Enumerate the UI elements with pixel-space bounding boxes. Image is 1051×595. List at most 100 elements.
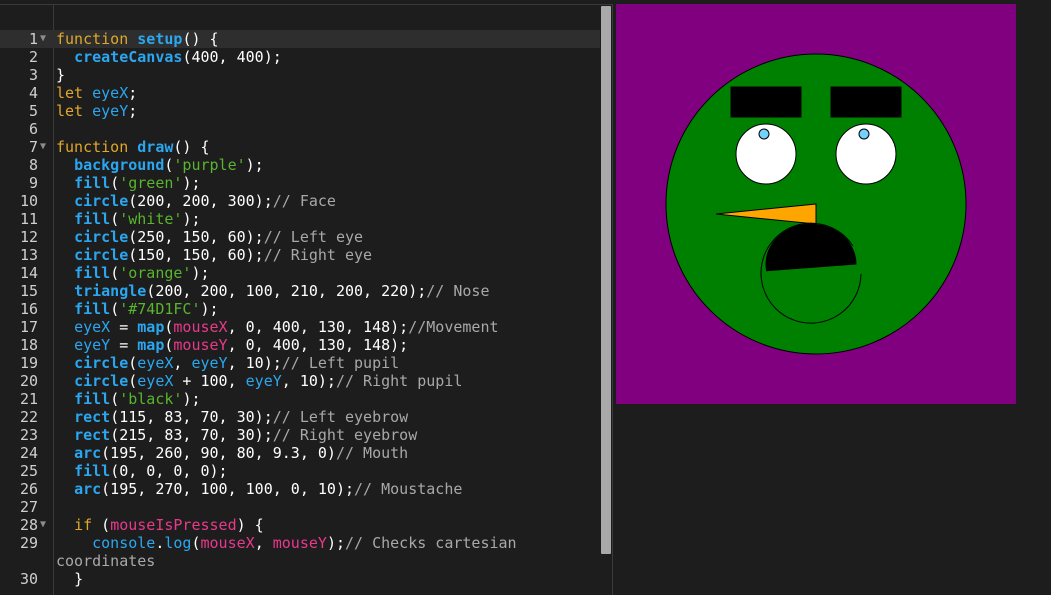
- code-line[interactable]: 10 circle(200, 200, 300);// Face: [0, 192, 600, 210]
- code-token: eyeY: [245, 372, 282, 390]
- scrollbar-thumb[interactable]: [601, 6, 611, 554]
- fold-arrow-icon[interactable]: ▼: [40, 138, 46, 156]
- code-line[interactable]: 23 rect(215, 83, 70, 30);// Right eyebro…: [0, 426, 600, 444]
- fold-arrow-icon[interactable]: ▼: [40, 516, 46, 534]
- line-number: 6: [28, 120, 38, 138]
- code-line[interactable]: 19 circle(eyeX, eyeY, 10);// Left pupil: [0, 354, 600, 372]
- code-line[interactable]: 3}: [0, 66, 600, 84]
- code-token: eyeX: [137, 354, 174, 372]
- code-token: (195, 260, 90, 80, 9.3, 0): [101, 444, 336, 462]
- code-token: () {: [173, 138, 210, 156]
- code-token: }: [56, 570, 84, 588]
- code-token: createCanvas: [74, 48, 183, 66]
- code-token: '#74D1FC': [119, 300, 201, 318]
- code-text: circle(eyeX + 100, eyeY, 10);// Right pu…: [56, 372, 596, 390]
- code-token: (250, 150, 60);: [128, 228, 264, 246]
- line-number: 14: [19, 264, 38, 282]
- code-token: background: [74, 156, 165, 174]
- code-token: }: [56, 66, 66, 84]
- code-line[interactable]: 22 rect(115, 83, 70, 30);// Left eyebrow: [0, 408, 600, 426]
- code-line[interactable]: 11 fill('white');: [0, 210, 600, 228]
- code-text: rect(215, 83, 70, 30);// Right eyebrow: [56, 426, 596, 444]
- code-line[interactable]: 1 ▼ function setup() {: [0, 30, 600, 48]
- code-line[interactable]: 8 background('purple');: [0, 156, 600, 174]
- code-token: , 0, 400, 130, 148);: [227, 318, 409, 336]
- code-token: (: [191, 534, 201, 552]
- code-token: (115, 83, 70, 30);: [110, 408, 273, 426]
- code-line[interactable]: 9 fill('green');: [0, 174, 600, 192]
- code-token: (400, 400);: [182, 48, 282, 66]
- code-line[interactable]: 4 let eyeX;: [0, 84, 600, 102]
- code-text: circle(150, 150, 60);// Right eye: [56, 246, 596, 264]
- code-line[interactable]: 14 fill('orange');: [0, 264, 600, 282]
- line-number: 30: [19, 570, 38, 588]
- code-token: // Right pupil: [335, 372, 463, 390]
- code-line[interactable]: 7 ▼ function draw() {: [0, 138, 600, 156]
- sketch-canvas[interactable]: [616, 4, 1016, 404]
- code-line[interactable]: 30 }: [0, 570, 600, 588]
- code-token: + 100,: [173, 372, 246, 390]
- code-token: () {: [182, 30, 219, 48]
- code-token: 'green': [119, 174, 183, 192]
- code-text: }: [56, 570, 596, 588]
- code-line[interactable]: 24 arc(195, 260, 90, 80, 9.3, 0)// Mouth: [0, 444, 600, 462]
- line-number: 2: [28, 48, 38, 66]
- fold-arrow-icon[interactable]: ▼: [40, 30, 46, 48]
- code-token: let: [56, 84, 93, 102]
- code-token: // Left pupil: [281, 354, 400, 372]
- code-line[interactable]: 6: [0, 120, 600, 138]
- code-token: // Moustache: [354, 480, 463, 498]
- code-line[interactable]: 13 circle(150, 150, 60);// Right eye: [0, 246, 600, 264]
- code-token: circle: [74, 246, 129, 264]
- code-line[interactable]: 2 createCanvas(400, 400);: [0, 48, 600, 66]
- code-token: );: [245, 156, 264, 174]
- line-number: 28: [19, 516, 38, 534]
- line-number: 19: [19, 354, 38, 372]
- code-token: eyeY: [92, 102, 129, 120]
- code-token: mouseY: [173, 336, 228, 354]
- code-line[interactable]: 5 let eyeY;: [0, 102, 600, 120]
- code-line[interactable]: 27: [0, 498, 600, 516]
- code-line[interactable]: 21 fill('black');: [0, 390, 600, 408]
- code-token: );: [182, 210, 201, 228]
- code-token: circle: [74, 228, 129, 246]
- code-token: , 10);: [227, 354, 282, 372]
- code-line[interactable]: 28 ▼ if (mouseIsPressed) {: [0, 516, 600, 534]
- line-number: 5: [28, 102, 38, 120]
- line-number: 13: [19, 246, 38, 264]
- code-token: (: [128, 372, 138, 390]
- line-number: 4: [28, 84, 38, 102]
- line-number: 15: [19, 282, 38, 300]
- code-line[interactable]: 17 eyeX = map(mouseX, 0, 400, 130, 148);…: [0, 318, 600, 336]
- code-token: (0, 0, 0, 0);: [110, 462, 228, 480]
- code-token: );: [200, 300, 219, 318]
- code-text: triangle(200, 200, 100, 210, 200, 220);/…: [56, 282, 596, 300]
- code-line[interactable]: 18 eyeY = map(mouseY, 0, 400, 130, 148);: [0, 336, 600, 354]
- code-text: fill(0, 0, 0, 0);: [56, 462, 596, 480]
- code-lines[interactable]: 1 ▼ function setup() {2 createCanvas(400, …: [0, 30, 600, 588]
- code-line[interactable]: 29 console.log(mouseX, mouseY);// Checks…: [0, 534, 600, 570]
- left-eyebrow: [730, 86, 802, 118]
- code-line[interactable]: 15 triangle(200, 200, 100, 210, 200, 220…: [0, 282, 600, 300]
- code-token: mouseIsPressed: [110, 516, 237, 534]
- code-text: fill('white');: [56, 210, 596, 228]
- line-number: 3: [28, 66, 38, 84]
- code-token: function: [56, 30, 138, 48]
- code-line[interactable]: 26 arc(195, 270, 100, 100, 0, 10);// Mou…: [0, 480, 600, 498]
- code-token: mouseX: [200, 534, 255, 552]
- line-number: 20: [19, 372, 38, 390]
- code-line[interactable]: 12 circle(250, 150, 60);// Left eye: [0, 228, 600, 246]
- code-token: setup: [137, 30, 183, 48]
- code-line[interactable]: 25 fill(0, 0, 0, 0);: [0, 462, 600, 480]
- code-editor[interactable]: 1 ▼ function setup() {2 createCanvas(400, …: [0, 4, 613, 595]
- code-token: , 0, 400, 130, 148);: [227, 336, 409, 354]
- line-number: 24: [19, 444, 38, 462]
- code-line[interactable]: 16 fill('#74D1FC');: [0, 300, 600, 318]
- code-line[interactable]: 20 circle(eyeX + 100, eyeY, 10);// Right…: [0, 372, 600, 390]
